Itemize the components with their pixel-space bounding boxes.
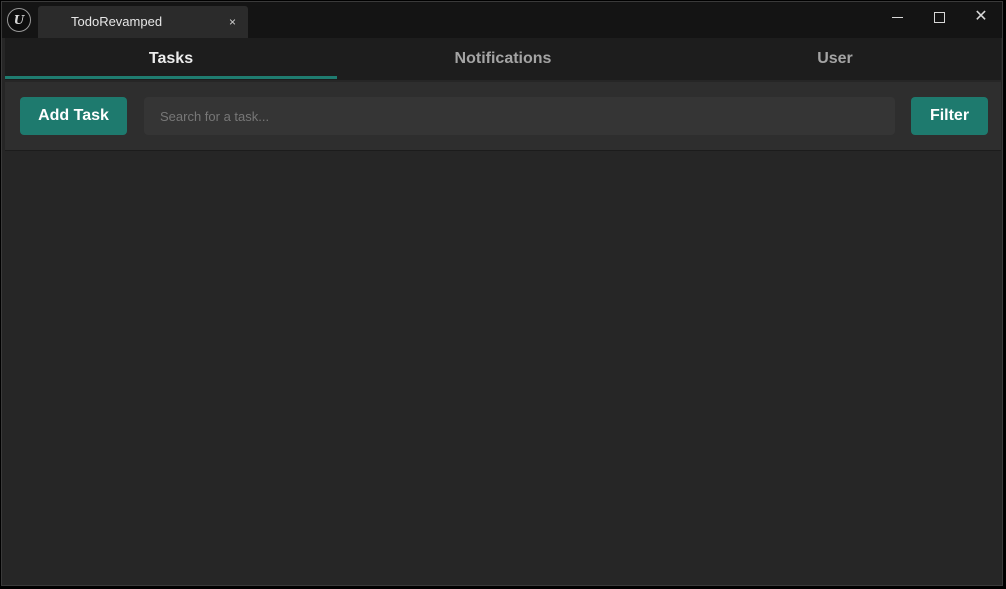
- filter-button[interactable]: Filter: [911, 97, 988, 135]
- document-tab-title: TodoRevamped: [71, 14, 163, 29]
- tab-tasks-label: Tasks: [148, 50, 194, 67]
- main-tab-bar: Tasks Notifications User: [5, 38, 1001, 80]
- maximize-icon: [933, 11, 945, 23]
- close-window-button[interactable]: ✕: [961, 2, 1001, 32]
- minimize-button[interactable]: [877, 2, 917, 32]
- tab-user-label: User: [817, 50, 853, 67]
- active-tab-indicator: [5, 76, 337, 79]
- tab-user[interactable]: User: [669, 38, 1001, 80]
- add-task-button[interactable]: Add Task: [20, 97, 127, 135]
- search-input[interactable]: [144, 97, 895, 135]
- tab-notifications-label: Notifications: [454, 50, 552, 67]
- app-window: U TodoRevamped × ✕ Tasks Notifications U…: [1, 1, 1003, 586]
- document-tab[interactable]: TodoRevamped ×: [38, 6, 248, 38]
- task-list-area: [2, 152, 1002, 585]
- maximize-button[interactable]: [919, 2, 959, 32]
- tab-close-icon[interactable]: ×: [229, 6, 236, 38]
- app-logo-icon: U: [7, 8, 31, 32]
- tab-notifications[interactable]: Notifications: [337, 38, 669, 80]
- minimize-icon: [891, 16, 903, 18]
- tab-tasks[interactable]: Tasks: [5, 38, 337, 80]
- app-logo-glyph: U: [13, 13, 25, 27]
- task-toolbar: Add Task Filter: [5, 82, 1001, 151]
- title-bar[interactable]: U TodoRevamped × ✕: [2, 2, 1002, 38]
- close-icon: ✕: [974, 8, 988, 25]
